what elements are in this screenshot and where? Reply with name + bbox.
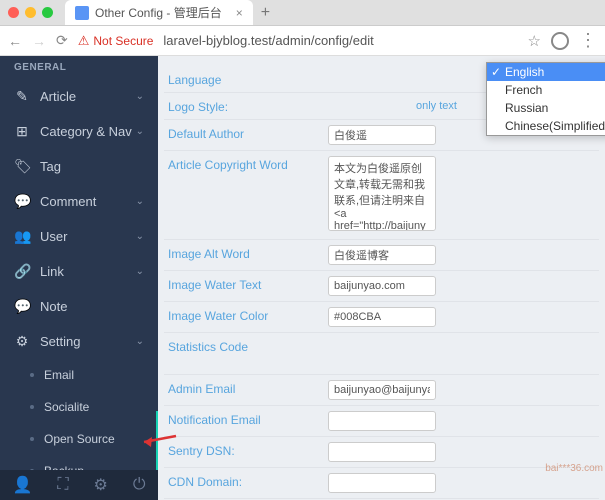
menu-button[interactable]: ⋮ — [579, 30, 597, 51]
dropdown-option-chinese[interactable]: Chinese(Simplified) — [487, 117, 605, 135]
comment-icon: 💬 — [14, 193, 30, 210]
label-sentry: Sentry DSN — [168, 442, 328, 458]
label-language: Language — [168, 71, 328, 87]
language-dropdown[interactable]: English French Russian Chinese(Simplifie… — [486, 62, 605, 136]
gear-icon: ⚙ — [14, 333, 30, 350]
label-admin-email: Admin Email — [168, 380, 328, 396]
label-water-color: Image Water Color — [168, 307, 328, 323]
chevron-down-icon: ⌄ — [136, 126, 144, 137]
browser-tab[interactable]: Other Config - 管理后台 × — [65, 0, 253, 25]
power-icon[interactable]: ⏻ — [133, 476, 146, 494]
sidebar-item-note[interactable]: 💬Note — [0, 289, 158, 324]
sentry-input[interactable] — [328, 442, 436, 462]
sidebar-item-user[interactable]: 👥User⌄ — [0, 219, 158, 254]
label-copyright: Article Copyright Word — [168, 156, 328, 172]
minimize-window-button[interactable] — [25, 7, 36, 18]
cdn-input[interactable] — [328, 473, 436, 493]
tag-icon: 🏷 — [14, 158, 30, 175]
logo-hint: only text — [416, 100, 457, 112]
sidebar-item-comment[interactable]: 💬Comment⌄ — [0, 184, 158, 219]
back-button[interactable]: ← — [8, 33, 22, 49]
note-icon: 💬 — [14, 298, 30, 315]
window-titlebar: Other Config - 管理后台 × + — [0, 0, 605, 26]
chevron-down-icon: ⌄ — [136, 336, 144, 347]
dropdown-option-english[interactable]: English — [487, 63, 605, 81]
close-window-button[interactable] — [8, 7, 19, 18]
label-logo-style: Logo Style — [168, 98, 328, 114]
chevron-down-icon: ⌄ — [136, 91, 144, 102]
sidebar-sub-socialite[interactable]: Socialite — [0, 391, 158, 423]
sidebar: GENERAL ✎Article⌄ ⊞Category & Nav⌄ 🏷Tag … — [0, 56, 158, 500]
sidebar-item-link[interactable]: 🔗Link⌄ — [0, 254, 158, 289]
label-alt-word: Image Alt Word — [168, 245, 328, 261]
alt-word-input[interactable] — [328, 245, 436, 265]
water-color-input[interactable] — [328, 307, 436, 327]
user-icon[interactable]: 👤 — [12, 475, 32, 495]
bullet-icon — [30, 373, 34, 377]
sidebar-section-label: GENERAL — [0, 56, 158, 79]
label-cdn: CDN Domain — [168, 473, 328, 489]
reload-button[interactable]: ⟳ — [56, 32, 68, 49]
sidebar-bottom-toolbar: 👤 ⛶ ⚙ ⏻ — [0, 470, 158, 500]
article-icon: ✎ — [14, 88, 30, 105]
admin-email-input[interactable] — [328, 380, 436, 400]
favicon-icon — [75, 6, 89, 20]
security-warning[interactable]: Not Secure — [78, 33, 154, 49]
sidebar-item-article[interactable]: ✎Article⌄ — [0, 79, 158, 114]
water-text-input[interactable] — [328, 276, 436, 296]
dropdown-option-french[interactable]: French — [487, 81, 605, 99]
tab-title: Other Config - 管理后台 — [95, 4, 222, 21]
default-author-input[interactable] — [328, 125, 436, 145]
expand-icon[interactable]: ⛶ — [57, 476, 68, 494]
bookmark-button[interactable]: ☆ — [528, 32, 541, 50]
chevron-down-icon: ⌄ — [136, 266, 144, 277]
label-notif-email: Notification Email — [168, 411, 328, 427]
sidebar-sub-email[interactable]: Email — [0, 359, 158, 391]
copyright-textarea[interactable]: 本文为白俊遥原创文章,转载无需和我联系,但请注明来自<a href="http:… — [328, 156, 436, 231]
user-icon: 👥 — [14, 228, 30, 245]
dropdown-option-russian[interactable]: Russian — [487, 99, 605, 117]
grid-icon: ⊞ — [14, 123, 30, 140]
chevron-down-icon: ⌄ — [136, 231, 144, 242]
sidebar-item-setting[interactable]: ⚙Setting⌄ — [0, 324, 158, 359]
chevron-down-icon: ⌄ — [136, 196, 144, 207]
sidebar-sub-opensource[interactable]: Open Source — [0, 423, 158, 455]
profile-button[interactable] — [551, 32, 569, 50]
address-bar: ← → ⟳ Not Secure laravel-bjyblog.test/ad… — [0, 26, 605, 56]
bullet-icon — [30, 405, 34, 409]
url-text[interactable]: laravel-bjyblog.test/admin/config/edit — [163, 33, 517, 48]
sidebar-item-tag[interactable]: 🏷Tag — [0, 149, 158, 184]
close-tab-button[interactable]: × — [236, 6, 243, 20]
maximize-window-button[interactable] — [42, 7, 53, 18]
label-default-author: Default Author — [168, 125, 328, 141]
watermark-text: bai***36.com — [545, 463, 603, 474]
main-content: Language Logo Style only text Default Aut… — [158, 56, 605, 500]
sidebar-item-category[interactable]: ⊞Category & Nav⌄ — [0, 114, 158, 149]
new-tab-button[interactable]: + — [261, 4, 270, 22]
gear-icon[interactable]: ⚙ — [94, 475, 108, 495]
label-water-text: Image Water Text — [168, 276, 328, 292]
bullet-icon — [30, 437, 34, 441]
forward-button[interactable]: → — [32, 33, 46, 49]
label-stats: Statistics Code — [168, 338, 328, 354]
notif-email-input[interactable] — [328, 411, 436, 431]
link-icon: 🔗 — [14, 263, 30, 280]
